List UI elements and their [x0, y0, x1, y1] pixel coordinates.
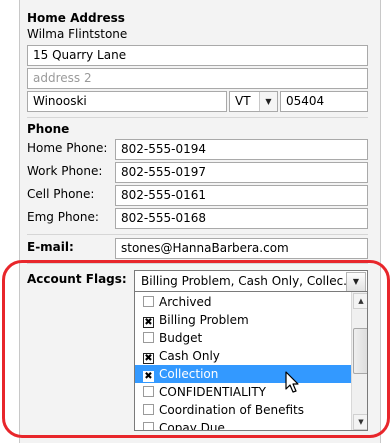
zip-field[interactable]: 05404 — [280, 91, 368, 112]
section-divider — [27, 263, 368, 264]
scroll-up-icon[interactable]: ▲ — [353, 293, 367, 309]
email-label: E-mail: — [27, 240, 74, 254]
checkbox-checked-icon[interactable]: ✖ — [143, 371, 154, 382]
home-address-heading: Home Address — [27, 11, 125, 25]
state-value: VT — [235, 94, 251, 108]
work-phone-field[interactable]: 802-555-0197 — [115, 162, 368, 183]
flag-option-confidentiality[interactable]: CONFIDENTIALITY — [135, 383, 266, 401]
flag-option-coordination-of-benefits[interactable]: Coordination of Benefits — [135, 401, 304, 419]
flag-option-budget[interactable]: Budget — [135, 329, 202, 347]
flag-option-label: Coordination of Benefits — [159, 403, 304, 417]
city-field[interactable]: Winooski — [27, 91, 227, 112]
checkbox-checked-icon[interactable]: ✖ — [143, 353, 154, 364]
chevron-down-icon[interactable]: ▼ — [259, 92, 277, 111]
cell-phone-label: Cell Phone: — [27, 187, 95, 201]
address2-field[interactable]: address 2 — [27, 68, 368, 89]
checkbox-icon[interactable] — [143, 332, 154, 343]
account-flags-list[interactable]: Archived ✖ Billing Problem Budget ✖ Cash O… — [134, 291, 368, 431]
flag-option-label: CONFIDENTIALITY — [159, 385, 267, 399]
flag-option-billing-problem[interactable]: ✖ Billing Problem — [135, 311, 249, 329]
state-select[interactable]: VT ▼ — [229, 91, 278, 112]
checkbox-icon[interactable] — [143, 422, 154, 430]
contact-name: Wilma Flintstone — [27, 27, 128, 41]
flag-option-label: Copay Due — [159, 421, 225, 431]
flag-option-archived[interactable]: Archived — [135, 293, 212, 311]
account-flags-dropdown[interactable]: Billing Problem, Cash Only, Collec... ▼ — [134, 270, 368, 292]
email-field[interactable]: stones@HannaBarbera.com — [115, 238, 368, 259]
work-phone-label: Work Phone: — [27, 164, 103, 178]
flag-option-label: Budget — [159, 331, 203, 345]
flag-option-label: Cash Only — [159, 349, 220, 363]
list-scrollbar[interactable]: ▲ ▼ — [351, 292, 367, 430]
emergency-phone-field[interactable]: 802-555-0168 — [115, 208, 368, 229]
flag-option-copay-due[interactable]: Copay Due — [135, 419, 225, 431]
checkbox-icon[interactable] — [143, 386, 154, 397]
mouse-pointer-icon — [285, 371, 299, 393]
flag-option-collection[interactable]: ✖ Collection — [135, 365, 357, 383]
account-flags-label: Account Flags: — [27, 272, 127, 286]
flag-option-label: Archived — [159, 295, 212, 309]
account-flags-summary: Billing Problem, Cash Only, Collec... — [141, 274, 355, 288]
home-phone-label: Home Phone: — [27, 141, 108, 155]
emergency-phone-label: Emg Phone: — [27, 210, 99, 224]
home-phone-field[interactable]: 802-555-0194 — [115, 139, 368, 160]
scroll-thumb[interactable] — [353, 328, 367, 374]
checkbox-icon[interactable] — [143, 296, 154, 307]
checkbox-icon[interactable] — [143, 404, 154, 415]
flag-option-cash-only[interactable]: ✖ Cash Only — [135, 347, 220, 365]
checkbox-checked-icon[interactable]: ✖ — [143, 317, 154, 328]
scroll-down-icon[interactable]: ▼ — [353, 414, 367, 430]
address1-field[interactable]: 15 Quarry Lane — [27, 45, 368, 66]
section-divider — [27, 117, 368, 118]
flag-option-label: Billing Problem — [159, 313, 249, 327]
section-divider — [27, 234, 368, 235]
cell-phone-field[interactable]: 802-555-0161 — [115, 185, 368, 206]
flag-option-label: Collection — [159, 367, 219, 381]
phone-heading: Phone — [27, 122, 70, 136]
chevron-down-icon[interactable]: ▼ — [346, 272, 366, 291]
